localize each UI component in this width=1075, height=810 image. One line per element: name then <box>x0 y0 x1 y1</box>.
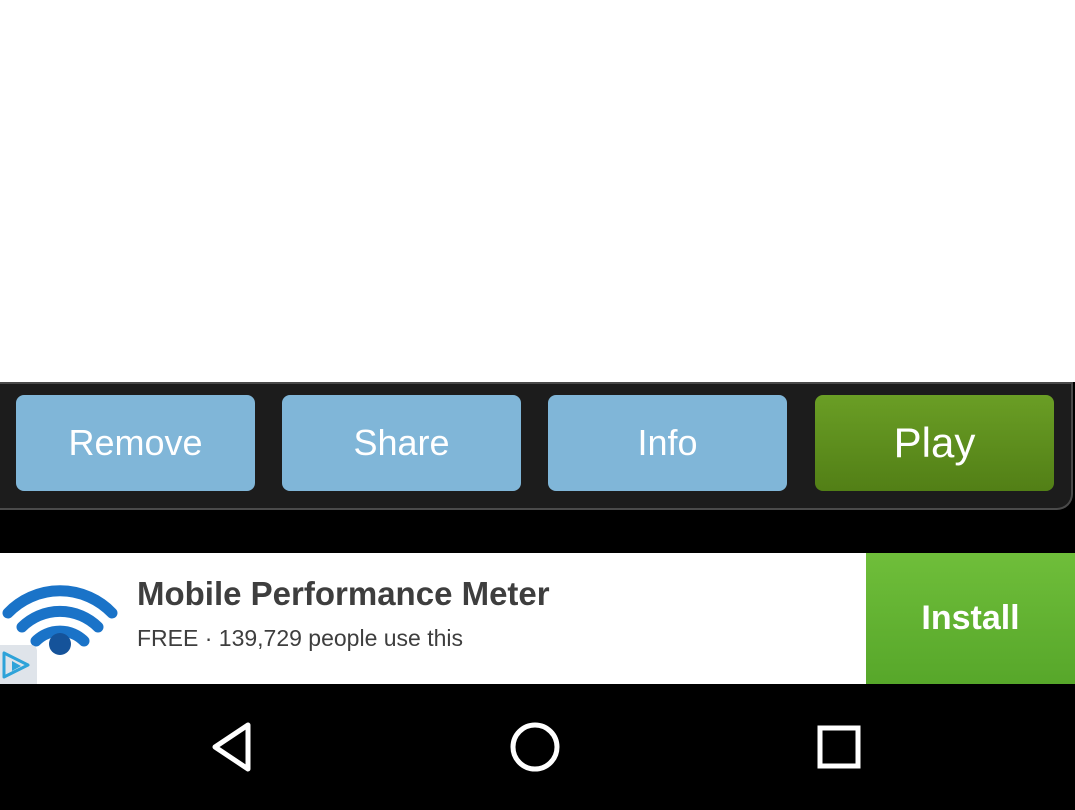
share-button-label: Share <box>353 422 450 463</box>
play-button-label: Play <box>893 419 976 466</box>
home-circle-icon <box>510 722 560 772</box>
ad-subtitle: FREE · 139,729 people use this <box>137 625 464 651</box>
remove-button[interactable]: Remove <box>16 395 255 491</box>
ad-choices-icon[interactable] <box>0 645 37 684</box>
install-button[interactable]: Install <box>866 553 1075 684</box>
install-button-label: Install <box>921 599 1020 637</box>
info-button[interactable]: Info <box>548 395 787 491</box>
back-button[interactable] <box>173 684 293 810</box>
recents-square-icon <box>817 725 861 769</box>
info-button-label: Info <box>637 422 698 463</box>
recents-button[interactable] <box>779 684 899 810</box>
app-screen: Remove Share Info Play Mobile Performanc… <box>0 0 1075 810</box>
home-button[interactable] <box>475 684 595 810</box>
ad-title[interactable]: Mobile Performance Meter <box>137 575 550 613</box>
content-area <box>0 0 1075 382</box>
ad-banner[interactable]: Mobile Performance Meter FREE · 139,729 … <box>0 553 1075 684</box>
back-triangle-icon <box>212 722 251 772</box>
navigation-bar <box>0 684 1075 810</box>
play-button[interactable]: Play <box>815 395 1054 491</box>
share-button[interactable]: Share <box>282 395 521 491</box>
remove-button-label: Remove <box>68 422 203 463</box>
